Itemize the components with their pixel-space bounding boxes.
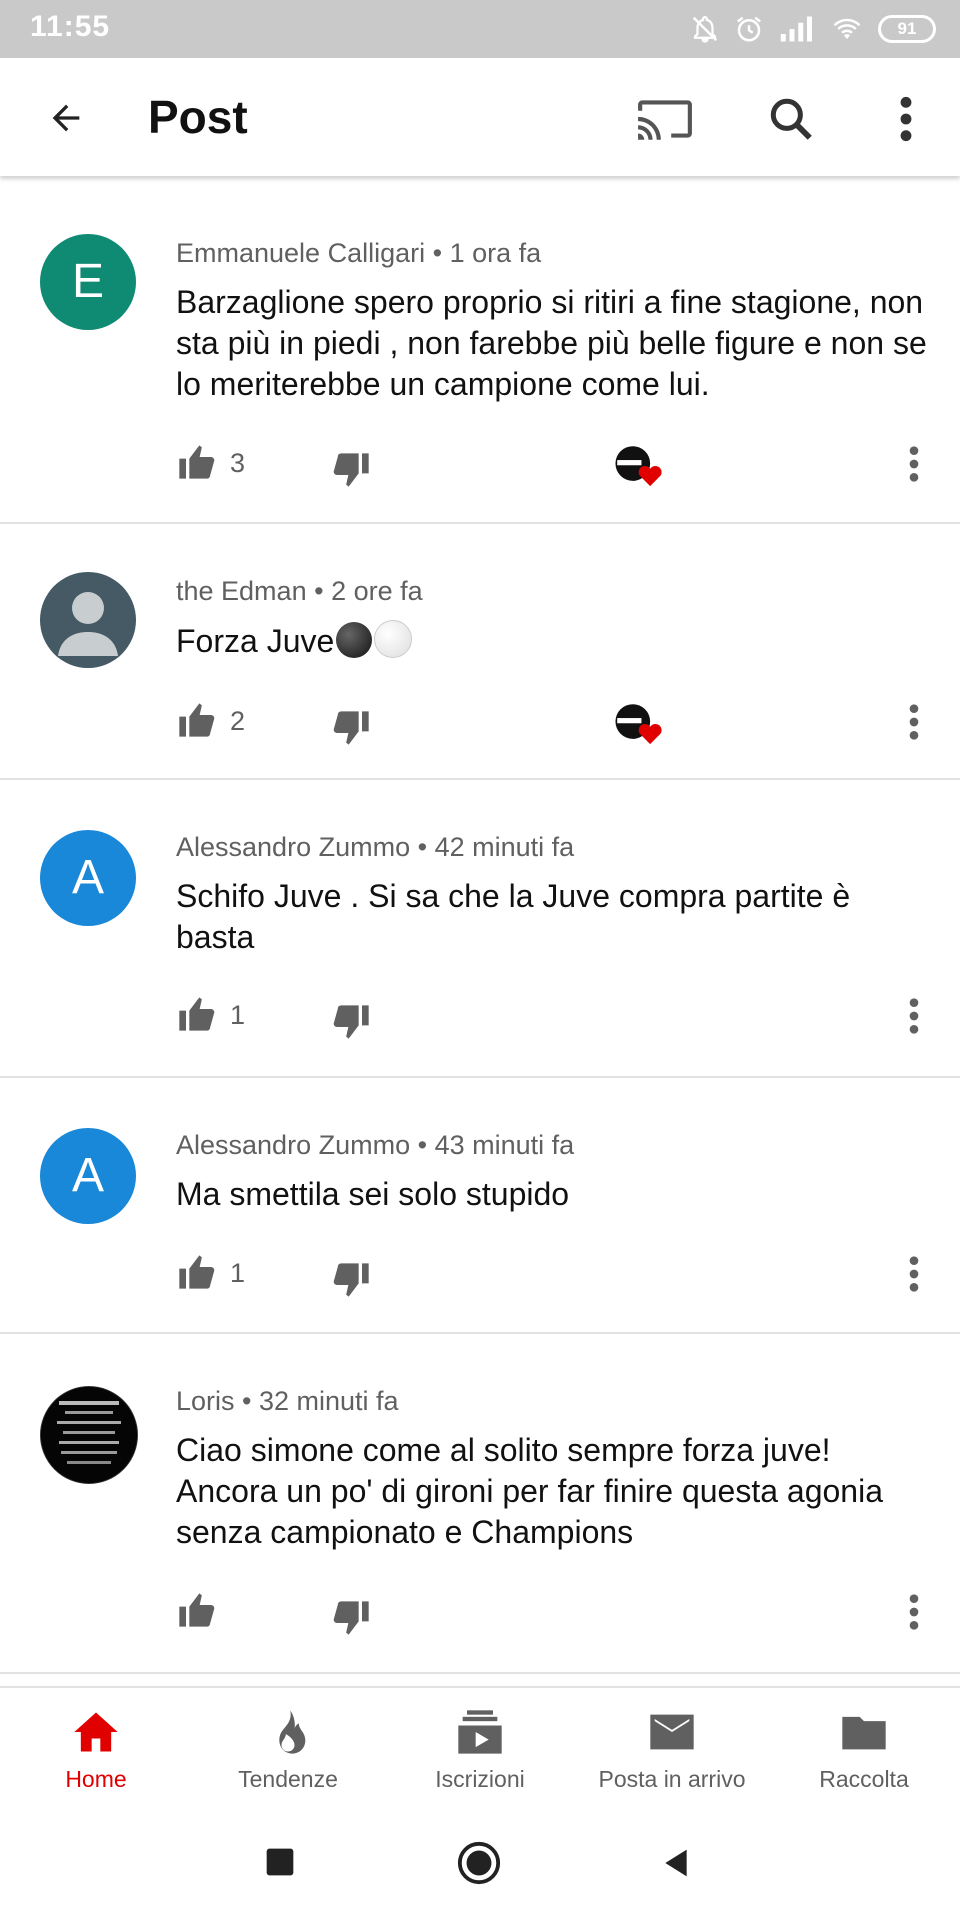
mail-icon [650, 1714, 694, 1750]
nav-home[interactable]: Home [0, 1688, 192, 1806]
thumbs-up-icon[interactable] [176, 1590, 216, 1630]
comment-more-icon[interactable] [906, 444, 922, 484]
thumbs-up-icon[interactable] [176, 1252, 216, 1292]
comment-item: the Edman • 2 ore fa Forza Juve 2 [0, 524, 960, 780]
thumbs-up-icon[interactable] [176, 700, 216, 740]
avatar[interactable] [40, 1386, 138, 1484]
status-time: 11:55 [30, 10, 111, 43]
comment-meta: Alessandro Zummo • 43 minuti fa [176, 1130, 575, 1160]
thumbs-down-icon[interactable] [332, 1260, 372, 1300]
app-bar: Post [0, 58, 960, 176]
photo-avatar-icon [41, 1387, 137, 1483]
nav-label: Iscrizioni [435, 1766, 525, 1792]
like-count: 2 [230, 706, 246, 736]
avatar[interactable]: E [40, 234, 136, 330]
comment-more-icon[interactable] [906, 1254, 922, 1294]
comment-time: 32 minuti fa [259, 1386, 399, 1416]
comment-time: 43 minuti fa [434, 1130, 575, 1160]
comment-author[interactable]: Alessandro Zummo [176, 832, 410, 862]
bottom-nav: Home Tendenze Iscrizioni Posta in arrivo… [0, 1686, 960, 1808]
signal-icon [780, 16, 812, 42]
home-icon [74, 1712, 118, 1752]
cast-icon[interactable] [636, 96, 694, 142]
default-avatar-icon [58, 592, 118, 656]
comment-author[interactable]: Alessandro Zummo [176, 1130, 410, 1160]
comment-more-icon[interactable] [906, 702, 922, 742]
comment-time: 2 ore fa [331, 576, 423, 606]
flame-icon [279, 1710, 306, 1754]
back-arrow-icon[interactable] [44, 98, 88, 138]
thumbs-up-icon[interactable] [176, 994, 216, 1034]
creator-heart-icon [615, 446, 662, 487]
comment-author[interactable]: the Edman [176, 576, 307, 606]
battery-indicator: 91 [878, 15, 936, 43]
nav-posta[interactable]: Posta in arrivo [576, 1688, 768, 1806]
home-system-icon[interactable] [456, 1840, 502, 1886]
subscriptions-icon [458, 1710, 502, 1754]
comment-text: Forza Juve [176, 620, 936, 662]
comment-text: Ciao simone come al solito sempre forza … [176, 1432, 883, 1550]
like-count: 3 [230, 448, 246, 478]
comment-meta: Alessandro Zummo • 42 minuti fa [176, 832, 575, 862]
thumbs-down-icon[interactable] [332, 1002, 372, 1042]
comment-more-icon[interactable] [906, 996, 922, 1036]
avatar[interactable] [40, 572, 136, 668]
comment-more-icon[interactable] [906, 1592, 922, 1632]
system-nav-bar [0, 1806, 960, 1920]
nav-raccolta[interactable]: Raccolta [768, 1688, 960, 1806]
comment-text-content: Forza Juve [176, 623, 335, 659]
wifi-icon [833, 18, 861, 39]
black-circle-emoji [336, 622, 373, 658]
comment-item: Loris • 32 minuti fa Ciao simone come al… [0, 1334, 960, 1674]
recents-icon[interactable] [264, 1846, 296, 1878]
like-count: 1 [230, 1258, 246, 1288]
comment-meta: Loris • 32 minuti fa [176, 1386, 399, 1416]
comment-author[interactable]: Loris [176, 1386, 235, 1416]
thumbs-down-icon[interactable] [332, 450, 372, 490]
comment-item: E Emmanuele Calligari • 1 ora fa Barzagl… [0, 186, 960, 524]
page-title: Post [148, 91, 248, 143]
search-icon[interactable] [766, 94, 816, 144]
thumbs-down-icon[interactable] [332, 1598, 372, 1638]
alarm-icon [737, 16, 761, 42]
status-bar: 11:55 91 [0, 0, 960, 58]
folder-icon [842, 1716, 886, 1750]
nav-label: Raccolta [819, 1766, 909, 1792]
white-circle-emoji [374, 620, 413, 658]
thumbs-up-icon[interactable] [176, 442, 216, 482]
thumbs-down-icon[interactable] [332, 708, 372, 748]
comment-text: Barzaglione spero proprio si ritiri a fi… [176, 284, 927, 402]
more-vert-icon[interactable] [892, 94, 920, 144]
nav-label: Posta in arrivo [598, 1766, 746, 1792]
comment-item: A Alessandro Zummo • 43 minuti fa Ma sme… [0, 1078, 960, 1334]
nav-tendenze[interactable]: Tendenze [192, 1688, 384, 1806]
comment-time: 1 ora fa [449, 238, 542, 268]
status-icons: 91 [690, 12, 936, 46]
nav-iscrizioni[interactable]: Iscrizioni [384, 1688, 576, 1806]
comment-meta: Emmanuele Calligari • 1 ora fa [176, 238, 542, 268]
creator-heart-icon [615, 704, 662, 745]
back-system-icon[interactable] [660, 1846, 692, 1880]
nav-label: Tendenze [238, 1766, 338, 1792]
comment-text: Ma smettila sei solo stupido [176, 1176, 570, 1212]
like-count: 1 [230, 1000, 246, 1030]
avatar[interactable]: A [40, 1128, 136, 1224]
nav-label: Home [65, 1766, 127, 1792]
comment-text: Schifo Juve . Si sa che la Juve compra p… [176, 878, 851, 955]
comment-time: 42 minuti fa [434, 832, 575, 862]
comment-item: A Alessandro Zummo • 42 minuti fa Schifo… [0, 780, 960, 1078]
comment-meta: the Edman • 2 ore fa [176, 576, 423, 606]
avatar[interactable]: A [40, 830, 136, 926]
mute-icon [692, 16, 718, 43]
comment-author[interactable]: Emmanuele Calligari [176, 238, 425, 268]
